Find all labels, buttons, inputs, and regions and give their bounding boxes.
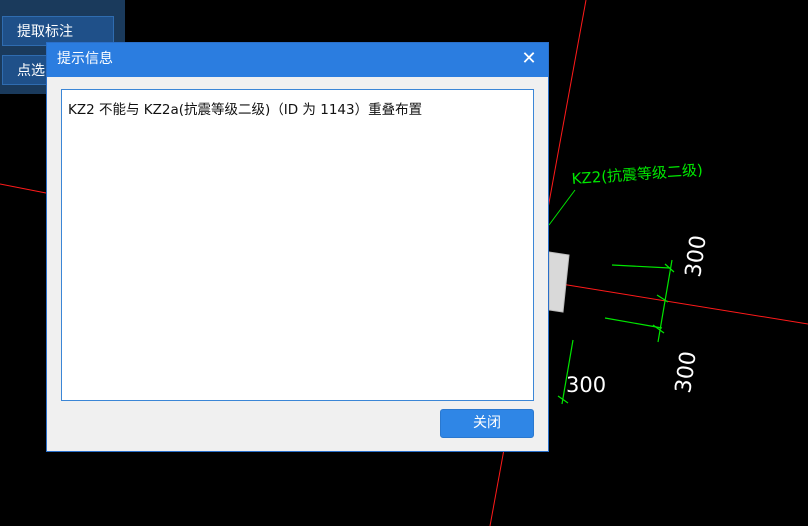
close-icon[interactable]: ✕ xyxy=(518,48,540,70)
message-text-area[interactable]: KZ2 不能与 KZ2a(抗震等级二级)（ID 为 1143）重叠布置 xyxy=(61,89,534,401)
close-button[interactable]: 关闭 xyxy=(440,409,534,438)
dim-text-center: 300 xyxy=(566,373,606,397)
message-dialog: 提示信息 ✕ KZ2 不能与 KZ2a(抗震等级二级)（ID 为 1143）重叠… xyxy=(46,42,549,452)
dialog-title: 提示信息 xyxy=(57,51,113,67)
message-text: KZ2 不能与 KZ2a(抗震等级二级)（ID 为 1143）重叠布置 xyxy=(68,102,423,118)
dialog-title-bar[interactable]: 提示信息 ✕ xyxy=(47,43,548,77)
